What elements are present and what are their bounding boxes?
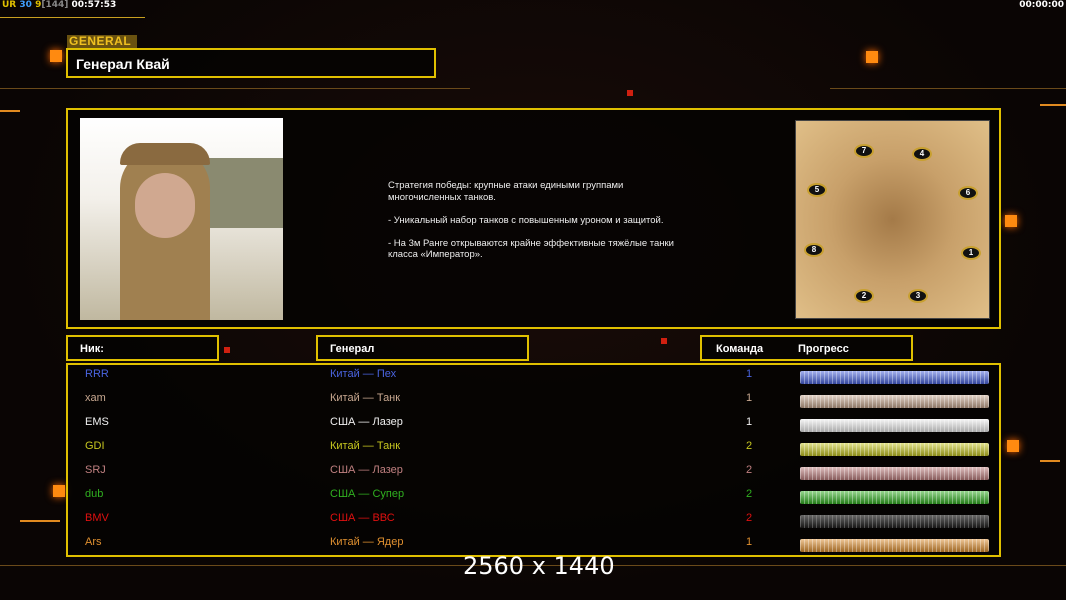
divider: [1040, 460, 1060, 462]
player-team: 2: [746, 512, 753, 524]
progress-bar: [800, 539, 989, 552]
player-general: Китай — Ядер: [330, 536, 404, 548]
decor-square: [627, 90, 633, 96]
player-general: Китай — Пех: [330, 368, 397, 380]
divider: [0, 17, 145, 18]
map-preview[interactable]: 7 4 5 6 8 1 2 3: [795, 120, 990, 319]
player-team: 2: [746, 440, 753, 452]
player-nick: SRJ: [85, 464, 106, 476]
spawn-marker: 3: [908, 289, 928, 303]
decor-square: [53, 485, 65, 497]
stats-readout: UR 30 9[144] 00:57:53: [2, 0, 116, 10]
player-general: США — Супер: [330, 488, 405, 500]
divider: [0, 88, 470, 89]
spawn-marker: 7: [854, 144, 874, 158]
players-table: RRR Китай — Пех 1 xam Китай — Танк 1 EMS…: [66, 363, 1001, 557]
player-team: 1: [746, 416, 753, 428]
decor-square: [661, 338, 667, 344]
progress-bar: [800, 395, 989, 408]
player-nick: GDI: [85, 440, 105, 452]
game-time: 00:57:53: [71, 0, 117, 10]
spawn-marker: 4: [912, 147, 932, 161]
player-row: EMS США — Лазер 1: [68, 416, 999, 436]
timer: 00:00:00: [1019, 0, 1064, 10]
player-nick: EMS: [85, 416, 109, 428]
general-tag: GENERAL: [67, 35, 137, 48]
player-general: США — ВВС: [330, 512, 395, 524]
header-team: Команда: [716, 343, 764, 355]
header-progress: Прогресс: [798, 343, 849, 355]
ur-label: UR: [2, 0, 17, 10]
decor-square: [1007, 440, 1019, 452]
player-nick: xam: [85, 392, 106, 404]
general-description: Стратегия победы: крупные атаки едиными …: [388, 180, 674, 260]
decor-square: [50, 50, 62, 62]
divider: [20, 520, 60, 522]
decor-square: [1005, 215, 1017, 227]
general-portrait: [80, 118, 283, 320]
player-row: RRR Китай — Пех 1: [68, 368, 999, 388]
header-team-progress: Команда Прогресс: [700, 335, 913, 361]
header-nick: Ник:: [66, 335, 219, 361]
player-nick: Ars: [85, 536, 102, 548]
player-team: 1: [746, 392, 753, 404]
progress-bar: [800, 419, 989, 432]
divider: [830, 88, 1066, 89]
spawn-marker: 1: [961, 246, 981, 260]
stat-c: [144]: [41, 0, 69, 10]
resolution-watermark: 2560 x 1440: [463, 552, 615, 580]
tank-image: [200, 158, 283, 228]
decor-square: [224, 347, 230, 353]
player-general: Китай — Танк: [330, 392, 401, 404]
spawn-marker: 8: [804, 243, 824, 257]
divider: [1040, 104, 1066, 106]
player-row: SRJ США — Лазер 2: [68, 464, 999, 484]
spawn-marker: 5: [807, 183, 827, 197]
progress-bar: [800, 515, 989, 528]
cap: [120, 143, 210, 165]
divider: [0, 110, 20, 112]
player-team: 2: [746, 488, 753, 500]
header-general: Генерал: [316, 335, 529, 361]
player-general: США — Лазер: [330, 416, 403, 428]
player-general: Китай — Танк: [330, 440, 401, 452]
decor-square: [866, 51, 878, 63]
spawn-marker: 2: [854, 289, 874, 303]
stat-a: 30: [19, 0, 32, 10]
player-general: США — Лазер: [330, 464, 403, 476]
player-team: 2: [746, 464, 753, 476]
general-title: Генерал Квай: [66, 48, 436, 78]
player-row: BMV США — ВВС 2: [68, 512, 999, 532]
player-row: xam Китай — Танк 1: [68, 392, 999, 412]
player-nick: BMV: [85, 512, 109, 524]
player-row: dub США — Супер 2: [68, 488, 999, 508]
player-row: GDI Китай — Танк 2: [68, 440, 999, 460]
progress-bar: [800, 371, 989, 384]
progress-bar: [800, 491, 989, 504]
player-team: 1: [746, 536, 753, 548]
spawn-marker: 6: [958, 186, 978, 200]
player-team: 1: [746, 368, 753, 380]
player-nick: RRR: [85, 368, 109, 380]
progress-bar: [800, 443, 989, 456]
player-nick: dub: [85, 488, 104, 500]
progress-bar: [800, 467, 989, 480]
face: [135, 173, 195, 238]
